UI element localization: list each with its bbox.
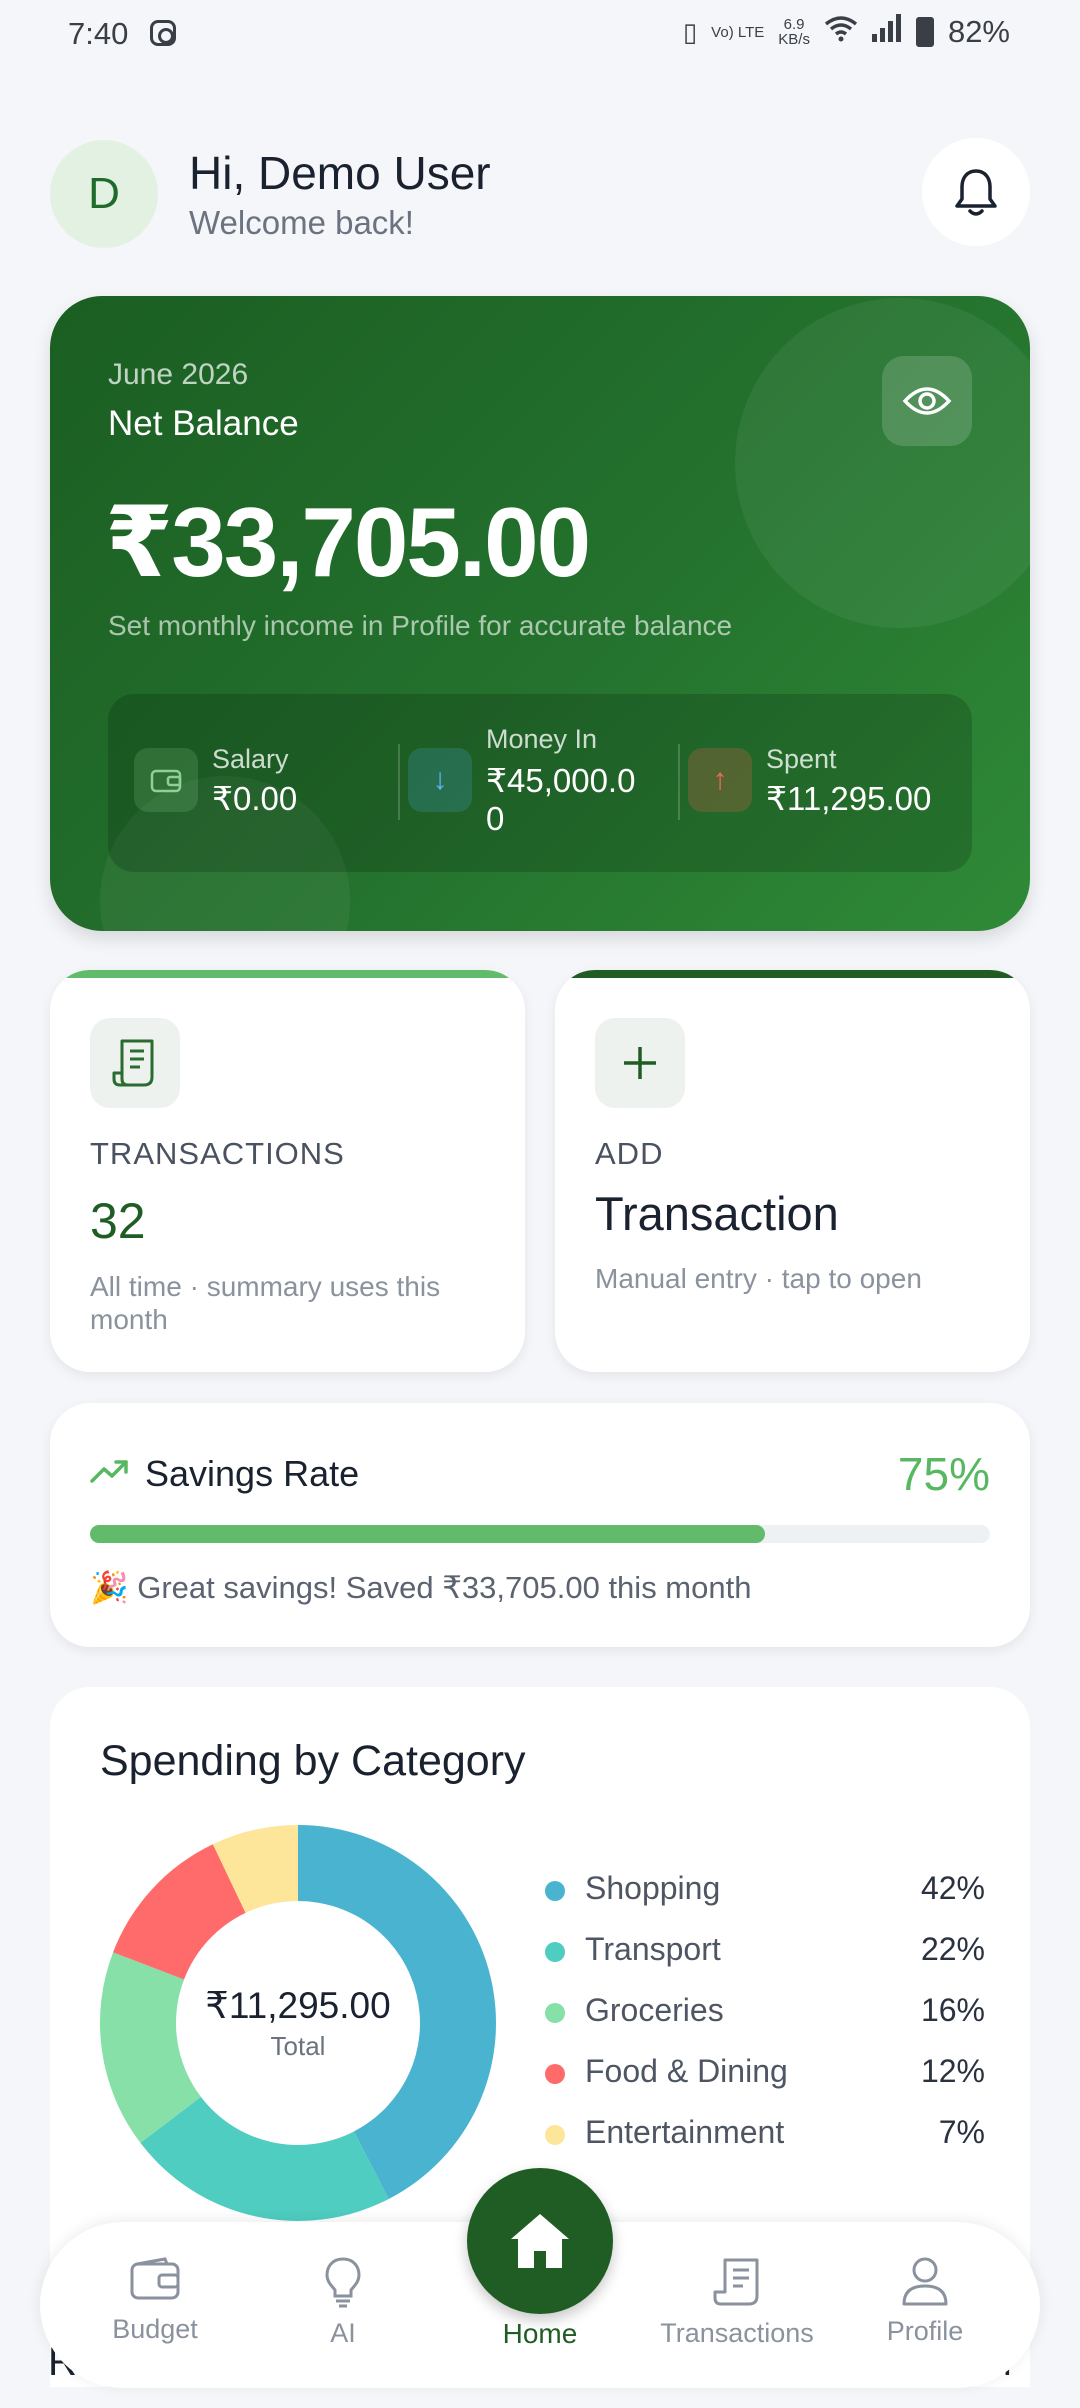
spending-total-label: Total bbox=[270, 2031, 326, 2061]
legend-percent: 16% bbox=[920, 1992, 985, 2028]
savings-message: 🎉 Great savings! Saved ₹33,705.00 this m… bbox=[90, 1570, 752, 1605]
legend-percent: 7% bbox=[938, 2114, 985, 2150]
stat-spent: ↑ Spent ₹11,295.00 bbox=[680, 694, 972, 872]
balance-month: June 2026 bbox=[108, 358, 249, 391]
spending-legend: Shopping 42% Transport 22% Groceries 16% Food … bbox=[545, 1870, 985, 2175]
avatar[interactable]: D bbox=[50, 140, 158, 248]
net-balance-card[interactable]: June 2026 Net Balance ₹33,705.00 Set mon… bbox=[50, 296, 1030, 931]
card-accent-bar bbox=[555, 970, 1030, 978]
plus-icon bbox=[595, 1018, 685, 1108]
transactions-card[interactable]: TRANSACTIONS 32 All time · summary uses … bbox=[50, 970, 525, 1372]
transactions-count: 32 bbox=[90, 1193, 146, 1249]
instagram-notification-icon bbox=[150, 20, 176, 46]
battery-percent: 82% bbox=[947, 14, 1010, 49]
legend-label: Food & Dining bbox=[585, 2053, 788, 2089]
nav-transactions[interactable]: Transactions bbox=[652, 2256, 822, 2349]
savings-percent: 75% bbox=[897, 1448, 990, 1500]
savings-rate-card: Savings Rate 75% 🎉 Great savings! Saved … bbox=[50, 1403, 1030, 1647]
savings-title: Savings Rate bbox=[145, 1453, 360, 1494]
legend-label: Groceries bbox=[585, 1992, 724, 2028]
card-caption: TRANSACTIONS bbox=[90, 1136, 345, 1171]
volte-indicator: Vo) LTE bbox=[711, 23, 765, 41]
wallet-icon bbox=[134, 748, 198, 812]
stat-value: ₹45,000.0 bbox=[486, 762, 636, 799]
home-icon bbox=[511, 2214, 569, 2268]
wifi-icon bbox=[824, 14, 858, 50]
network-speed: 6.9 KB/s bbox=[778, 16, 810, 48]
legend-item: Groceries 16% bbox=[545, 1992, 985, 2053]
legend-dot bbox=[545, 1942, 565, 1962]
balance-hint: Set monthly income in Profile for accura… bbox=[108, 610, 733, 641]
legend-label: Shopping bbox=[585, 1870, 721, 1906]
legend-dot bbox=[545, 1881, 565, 1901]
stat-salary: Salary ₹0.00 bbox=[108, 694, 398, 872]
stat-value: ₹0.00 bbox=[212, 780, 298, 817]
greeting-title: Hi, Demo User bbox=[189, 147, 491, 199]
eye-icon bbox=[902, 387, 952, 415]
card-accent-bar bbox=[50, 970, 525, 978]
status-bar: 7:40 ▯ Vo) LTE 6.9 KB/s 82% bbox=[0, 0, 1080, 70]
legend-percent: 22% bbox=[920, 1931, 985, 1967]
stat-label: Spent bbox=[766, 744, 837, 774]
legend-label: Transport bbox=[585, 1931, 721, 1967]
stat-label: Salary bbox=[212, 744, 289, 774]
balance-stats: Salary ₹0.00 ↓ Money In ₹45,000.0 0 ↑ Sp… bbox=[108, 694, 972, 872]
card-subtitle: Manual entry · tap to open bbox=[595, 1263, 922, 1294]
stat-label: Money In bbox=[486, 724, 598, 754]
legend-percent: 42% bbox=[920, 1870, 985, 1906]
card-caption: ADD bbox=[595, 1136, 664, 1171]
stat-value-wrap: 0 bbox=[486, 800, 505, 837]
arrow-down-icon: ↓ bbox=[408, 748, 472, 812]
legend-label: Entertainment bbox=[585, 2114, 785, 2150]
user-icon bbox=[902, 2257, 948, 2306]
toggle-visibility-button[interactable] bbox=[882, 356, 972, 446]
legend-dot bbox=[545, 2125, 565, 2145]
bell-icon bbox=[955, 169, 997, 216]
nav-ai[interactable]: AI bbox=[258, 2256, 428, 2349]
legend-item: Shopping 42% bbox=[545, 1870, 985, 1931]
legend-dot bbox=[545, 2064, 565, 2084]
wallet-icon bbox=[130, 2257, 180, 2300]
arrow-up-icon: ↑ bbox=[688, 748, 752, 812]
add-transaction-card[interactable]: ADD Transaction Manual entry · tap to op… bbox=[555, 970, 1030, 1372]
status-time: 7:40 bbox=[68, 16, 129, 51]
legend-percent: 12% bbox=[920, 2053, 985, 2089]
nav-home-button[interactable] bbox=[467, 2168, 613, 2314]
card-title: Transaction bbox=[595, 1187, 839, 1240]
nav-budget[interactable]: Budget bbox=[70, 2256, 240, 2345]
vibrate-icon: ▯ bbox=[682, 16, 698, 47]
nav-profile[interactable]: Profile bbox=[840, 2256, 1010, 2347]
legend-item: Transport 22% bbox=[545, 1931, 985, 1992]
legend-item: Entertainment 7% bbox=[545, 2114, 985, 2175]
receipt-icon bbox=[90, 1018, 180, 1108]
card-subtitle: All time · summary uses this month bbox=[90, 1271, 441, 1335]
legend-dot bbox=[545, 2003, 565, 2023]
trending-up-icon bbox=[90, 1460, 128, 1483]
savings-progress-fill bbox=[90, 1525, 765, 1543]
spending-title: Spending by Category bbox=[100, 1737, 526, 1785]
stat-value: ₹11,295.00 bbox=[766, 780, 932, 817]
welcome-subtitle: Welcome back! bbox=[189, 204, 414, 241]
balance-label: Net Balance bbox=[108, 404, 299, 443]
donut-center: ₹11,295.00 Total bbox=[98, 1823, 498, 2223]
balance-amount: ₹33,705.00 bbox=[105, 487, 591, 597]
legend-item: Food & Dining 12% bbox=[545, 2053, 985, 2114]
receipt-icon bbox=[713, 2258, 759, 2306]
nav-home-label: Home bbox=[502, 2318, 578, 2349]
lightbulb-icon bbox=[325, 2257, 361, 2308]
notifications-button[interactable] bbox=[922, 138, 1030, 246]
savings-progress-bar bbox=[90, 1525, 990, 1543]
signal-icon bbox=[871, 14, 902, 50]
spending-total: ₹11,295.00 bbox=[205, 1985, 391, 2026]
stat-money-in: ↓ Money In ₹45,000.0 0 bbox=[400, 694, 678, 872]
battery-icon bbox=[915, 17, 934, 47]
decorative-circle bbox=[735, 298, 1030, 628]
